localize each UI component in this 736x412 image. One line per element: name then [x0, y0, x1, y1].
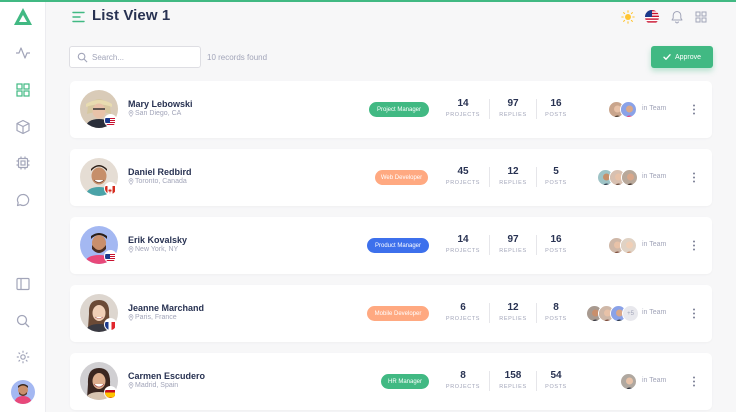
records-count: 10 records found	[207, 53, 268, 62]
list-item[interactable]: Carmen Escudero Madrid, Spain HR Manager…	[70, 353, 712, 410]
search-icon	[77, 52, 88, 63]
language-flag-icon[interactable]	[645, 10, 659, 24]
list-item[interactable]: Daniel Redbird Toronto, Canada Web Devel…	[70, 149, 712, 206]
settings-icon[interactable]	[15, 349, 31, 365]
cpu-icon[interactable]	[15, 155, 31, 171]
user-name[interactable]: Erik Kovalsky	[128, 235, 187, 245]
divider	[489, 371, 490, 391]
team-label: in Team	[642, 105, 667, 112]
user-location: New York, NY	[128, 246, 178, 253]
stat-posts: 5 POSTS	[545, 166, 567, 186]
top-accent-bar	[0, 0, 736, 2]
divider	[489, 235, 490, 255]
team-member-avatar	[620, 237, 637, 254]
location-pin-icon	[128, 178, 134, 185]
team-member-avatar	[620, 101, 637, 118]
approve-button[interactable]: Approve	[651, 46, 713, 68]
location-pin-icon	[128, 110, 134, 117]
search-box	[69, 46, 201, 68]
team-label: in Team	[642, 173, 667, 180]
list-item[interactable]: Jeanne Marchand Paris, France Mobile Dev…	[70, 285, 712, 342]
approve-label: Approve	[674, 53, 702, 61]
user-avatar[interactable]	[11, 380, 35, 404]
team-avatars[interactable]	[620, 373, 640, 390]
more-options-icon[interactable]	[690, 171, 698, 184]
stat-replies: 158 REPLIES	[499, 370, 527, 390]
more-options-icon[interactable]	[690, 239, 698, 252]
box-icon[interactable]	[15, 119, 31, 135]
role-badge: Web Developer	[375, 170, 428, 185]
france-flag-icon	[104, 318, 117, 331]
stat-replies: 12 REPLIES	[499, 302, 527, 322]
apps-grid-icon[interactable]	[694, 10, 708, 24]
user-location: Madrid, Spain	[128, 382, 178, 389]
logo-icon[interactable]	[13, 7, 33, 27]
activity-icon[interactable]	[15, 45, 31, 61]
stat-replies: 97 REPLIES	[499, 234, 527, 254]
user-name[interactable]: Jeanne Marchand	[128, 303, 204, 313]
list-item[interactable]: Mary Lebowski San Diego, CA Project Mana…	[70, 81, 712, 138]
search-icon[interactable]	[15, 313, 31, 329]
divider	[489, 99, 490, 119]
sun-icon[interactable]	[621, 10, 635, 24]
role-badge: Product Manager	[367, 238, 429, 253]
stat-posts: 16 POSTS	[545, 98, 567, 118]
user-location: San Diego, CA	[128, 110, 181, 117]
us-flag-icon	[104, 250, 117, 263]
user-name[interactable]: Daniel Redbird	[128, 167, 192, 177]
team-label: in Team	[642, 241, 667, 248]
stat-projects: 14 PROJECTS	[445, 98, 481, 118]
sidebar	[0, 2, 46, 412]
bell-icon[interactable]	[670, 10, 684, 24]
divider	[489, 303, 490, 323]
stat-posts: 8 POSTS	[545, 302, 567, 322]
grid-icon[interactable]	[15, 82, 31, 98]
stat-replies: 97 REPLIES	[499, 98, 527, 118]
user-name[interactable]: Mary Lebowski	[128, 99, 193, 109]
location-pin-icon	[128, 314, 134, 321]
stat-posts: 16 POSTS	[545, 234, 567, 254]
team-member-avatar	[621, 169, 638, 186]
role-badge: Mobile Developer	[367, 306, 429, 321]
check-icon	[663, 54, 671, 60]
stat-projects: 6 PROJECTS	[445, 302, 481, 322]
team-avatars[interactable]	[608, 237, 642, 254]
role-badge: HR Manager	[381, 374, 429, 389]
canada-flag-icon	[104, 182, 117, 195]
divider	[489, 167, 490, 187]
team-member-avatar	[620, 373, 637, 390]
team-avatars[interactable]: +5	[586, 305, 642, 322]
page-title: List View 1	[92, 7, 171, 24]
role-badge: Project Manager	[369, 102, 429, 117]
stat-projects: 8 PROJECTS	[445, 370, 481, 390]
team-label: in Team	[642, 377, 667, 384]
menu-icon[interactable]	[72, 11, 85, 23]
user-name[interactable]: Carmen Escudero	[128, 371, 205, 381]
team-avatars[interactable]	[597, 169, 641, 186]
us-flag-icon	[104, 114, 117, 127]
location-pin-icon	[128, 382, 134, 389]
team-label: in Team	[642, 309, 667, 316]
sidebar-toggle-icon[interactable]	[15, 276, 31, 292]
stat-projects: 14 PROJECTS	[445, 234, 481, 254]
team-avatars[interactable]	[608, 101, 642, 118]
more-options-icon[interactable]	[690, 307, 698, 320]
message-icon[interactable]	[15, 192, 31, 208]
user-location: Paris, France	[128, 314, 177, 321]
location-pin-icon	[128, 246, 134, 253]
more-options-icon[interactable]	[690, 375, 698, 388]
more-members-count[interactable]: +5	[622, 305, 639, 322]
stat-replies: 12 REPLIES	[499, 166, 527, 186]
more-options-icon[interactable]	[690, 103, 698, 116]
stat-projects: 45 PROJECTS	[445, 166, 481, 186]
spain-flag-icon	[104, 386, 117, 399]
stat-posts: 54 POSTS	[545, 370, 567, 390]
user-location: Toronto, Canada	[128, 178, 187, 185]
search-input[interactable]	[92, 49, 196, 65]
list-item[interactable]: Erik Kovalsky New York, NY Product Manag…	[70, 217, 712, 274]
